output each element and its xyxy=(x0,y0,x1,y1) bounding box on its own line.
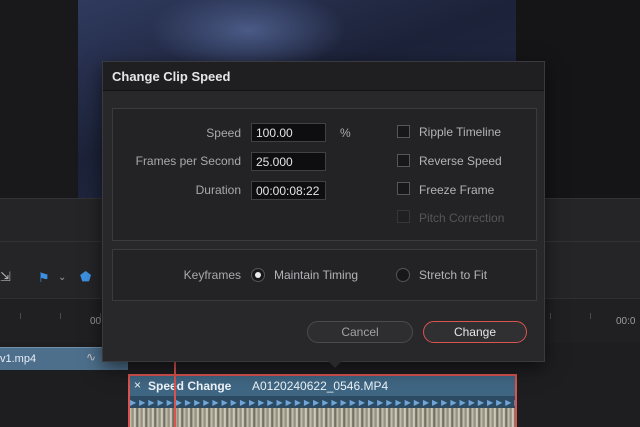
viewer-left-area xyxy=(0,0,78,200)
reverse-speed-label: Reverse Speed xyxy=(419,154,502,168)
speed-input[interactable]: 100.00 xyxy=(251,123,326,142)
maintain-timing-radio[interactable] xyxy=(251,268,265,282)
speed-change-label: Speed Change xyxy=(148,379,232,393)
ruler-tick xyxy=(20,313,21,319)
fps-input[interactable]: 25.000 xyxy=(251,152,326,171)
fps-label: Frames per Second xyxy=(135,154,241,168)
maintain-timing-label: Maintain Timing xyxy=(274,268,359,282)
duration-input[interactable]: 00:00:08:22 xyxy=(251,181,326,200)
dialog-pointer xyxy=(327,360,343,368)
marker-icon[interactable]: ⬟ xyxy=(80,270,91,284)
ruler-tick xyxy=(60,313,61,319)
pitch-correction-label: Pitch Correction xyxy=(419,211,505,225)
ruler-label: 00:0 xyxy=(616,316,636,327)
waveform-icon: ∿ xyxy=(86,350,97,364)
flag-icon[interactable]: ⚑ xyxy=(38,271,50,285)
stretch-to-fit-radio[interactable] xyxy=(396,268,410,282)
duration-label: Duration xyxy=(195,183,241,197)
keyframes-panel: Keyframes Maintain Timing Stretch to Fit xyxy=(112,249,537,301)
keyframes-label: Keyframes xyxy=(183,268,241,282)
freeze-frame-checkbox[interactable] xyxy=(397,182,410,195)
clip-name: v1.mp4 xyxy=(0,353,37,365)
reverse-speed-checkbox[interactable] xyxy=(397,154,410,167)
speed-settings-panel: Speed 100.00 % Frames per Second 25.000 … xyxy=(112,108,537,241)
ruler-label: 00 xyxy=(90,316,102,327)
ruler-tick xyxy=(590,313,591,319)
clip-header: × Speed Change A0120240622_0546.MP4 xyxy=(130,376,515,396)
ripple-timeline-label: Ripple Timeline xyxy=(419,125,502,139)
change-button[interactable]: Change xyxy=(423,321,527,343)
export-icon[interactable]: ⇲ xyxy=(0,270,11,284)
chevron-down-icon[interactable]: ⌄ xyxy=(58,271,66,285)
stretch-to-fit-label: Stretch to Fit xyxy=(419,268,488,282)
selected-video-clip[interactable]: × Speed Change A0120240622_0546.MP4 ▶▶▶▶… xyxy=(128,374,517,427)
close-icon[interactable]: × xyxy=(134,378,141,392)
speed-unit: % xyxy=(340,126,351,140)
ruler-tick xyxy=(550,313,551,319)
dialog-title-bar[interactable]: Change Clip Speed xyxy=(103,62,544,91)
pitch-correction-checkbox xyxy=(397,210,410,223)
speed-arrows: ▶▶▶▶▶▶▶▶▶▶▶▶▶▶▶▶▶▶▶▶▶▶▶▶▶▶▶▶▶▶▶▶▶▶▶▶▶▶▶▶… xyxy=(130,398,515,407)
speed-label: Speed xyxy=(206,126,241,140)
clip-thumbnails xyxy=(130,408,515,427)
freeze-frame-label: Freeze Frame xyxy=(419,183,495,197)
dialog-title: Change Clip Speed xyxy=(112,69,231,84)
clip-file-name: A0120240622_0546.MP4 xyxy=(252,379,389,393)
cancel-button[interactable]: Cancel xyxy=(307,321,413,343)
change-clip-speed-dialog: Change Clip Speed Speed 100.00 % Frames … xyxy=(102,61,545,362)
ripple-timeline-checkbox[interactable] xyxy=(397,125,410,138)
